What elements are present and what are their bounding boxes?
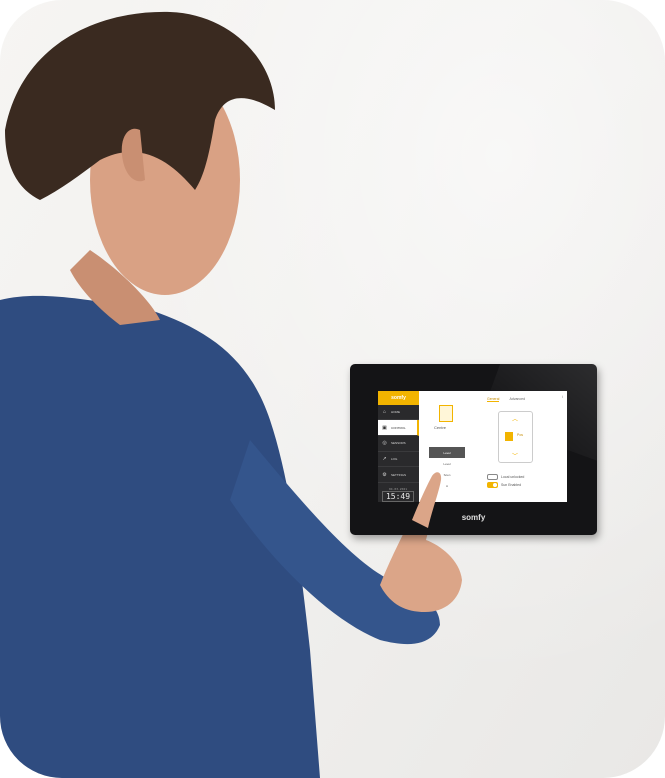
finger-overlay (412, 472, 442, 528)
photo-frame: somfy ⌂ HOME ▣ CONTROL ◎ SENSORS ↗ LOG ⚙… (0, 0, 665, 778)
person-finger (412, 472, 442, 528)
